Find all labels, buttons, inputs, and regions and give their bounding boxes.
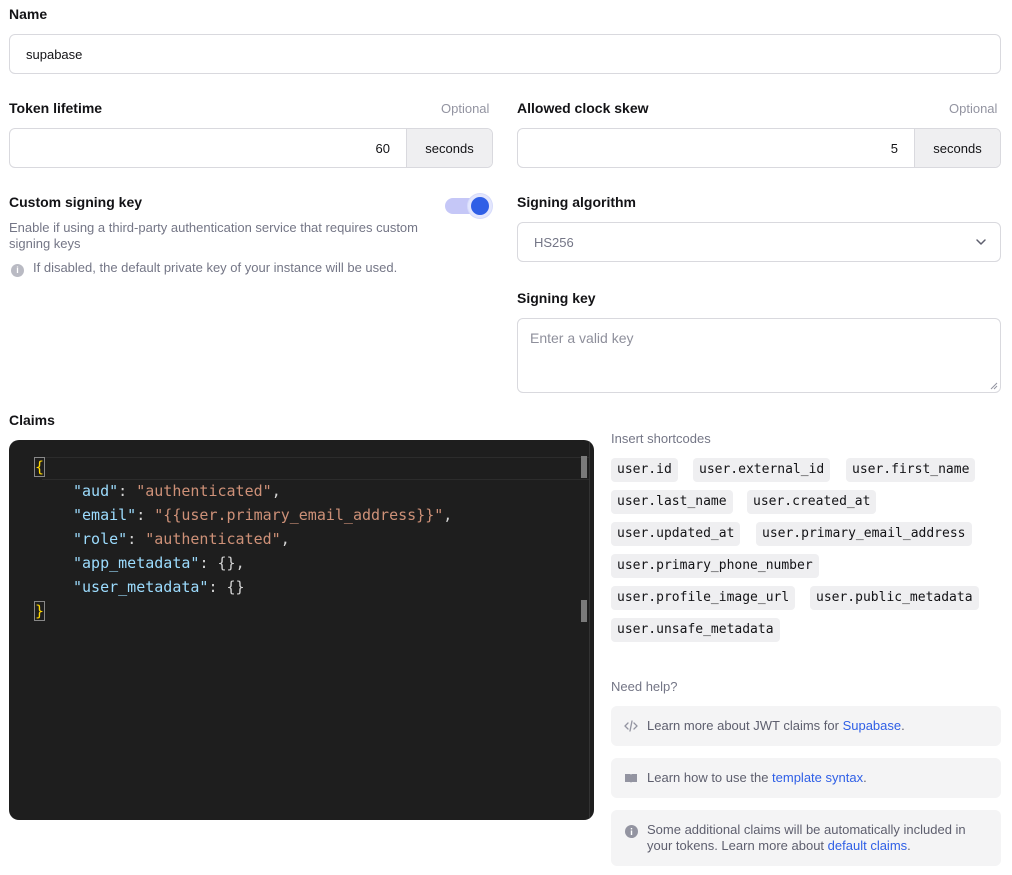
claims-label: Claims bbox=[9, 412, 55, 428]
clock-skew-field[interactable]: 5 seconds bbox=[517, 128, 1001, 168]
clock-skew-label: Allowed clock skew bbox=[517, 100, 649, 116]
signing-algorithm-label: Signing algorithm bbox=[517, 194, 636, 210]
code-value: "authenticated" bbox=[136, 482, 272, 500]
shortcode-chip[interactable]: user.unsafe_metadata bbox=[611, 618, 780, 642]
open-brace: { bbox=[33, 457, 46, 477]
shortcode-chip[interactable]: user.first_name bbox=[846, 458, 976, 482]
name-input[interactable]: supabase bbox=[9, 34, 1001, 74]
code-key: "user_metadata" bbox=[73, 578, 209, 596]
scrollbar-marker bbox=[581, 456, 587, 478]
code-sep: : bbox=[136, 506, 155, 524]
shortcode-chip[interactable]: user.external_id bbox=[693, 458, 831, 482]
code-line: "email": "{{user.primary_email_address}}… bbox=[73, 503, 452, 527]
shortcode-chip[interactable]: user.primary_phone_number bbox=[611, 554, 819, 578]
code-icon bbox=[623, 718, 639, 734]
help-text: Learn how to use the bbox=[647, 770, 773, 785]
claims-code-editor[interactable]: { "aud": "authenticated", "email": "{{us… bbox=[9, 440, 594, 820]
code-sep: : bbox=[118, 482, 137, 500]
info-icon: i bbox=[11, 263, 24, 277]
code-tail: , bbox=[443, 506, 453, 524]
code-key: "aud" bbox=[73, 482, 119, 500]
help-title: Need help? bbox=[611, 679, 678, 694]
signing-key-label: Signing key bbox=[517, 290, 596, 306]
code-sep: : bbox=[127, 530, 146, 548]
editor-scrollbar[interactable] bbox=[589, 440, 590, 820]
code-value: {} bbox=[217, 554, 236, 572]
template-syntax-link[interactable]: template syntax bbox=[772, 770, 863, 785]
book-icon bbox=[623, 770, 639, 786]
help-text: Learn more about JWT claims for bbox=[647, 718, 843, 733]
signing-algorithm-select[interactable]: HS256 bbox=[517, 222, 1001, 262]
token-lifetime-optional: Optional bbox=[441, 101, 490, 116]
shortcode-chip[interactable]: user.id bbox=[611, 458, 678, 482]
help-jwt-claims: Learn more about JWT claims for Supabase… bbox=[611, 706, 1001, 746]
scrollbar-marker bbox=[581, 600, 587, 622]
supabase-link[interactable]: Supabase bbox=[843, 718, 902, 733]
current-line-highlight bbox=[42, 457, 589, 480]
shortcode-chip[interactable]: user.last_name bbox=[611, 490, 733, 514]
code-line-close: } bbox=[33, 599, 46, 623]
name-label: Name bbox=[9, 6, 48, 22]
clock-skew-input[interactable]: 5 bbox=[518, 129, 914, 167]
code-key: "email" bbox=[73, 506, 137, 524]
token-lifetime-unit: seconds bbox=[406, 129, 492, 167]
code-value: "authenticated" bbox=[145, 530, 281, 548]
resize-grip-icon[interactable] bbox=[990, 382, 998, 390]
help-text-suffix: . bbox=[863, 770, 867, 785]
token-lifetime-label: Token lifetime bbox=[9, 100, 103, 116]
code-tail: , bbox=[271, 482, 281, 500]
custom-signing-note: i If disabled, the default private key of… bbox=[11, 260, 471, 277]
name-input-value: supabase bbox=[26, 46, 83, 62]
help-text: Some additional claims will be automatic… bbox=[647, 822, 966, 853]
shortcode-chip[interactable]: user.public_metadata bbox=[810, 586, 979, 610]
clock-skew-unit: seconds bbox=[914, 129, 1000, 167]
token-lifetime-input[interactable]: 60 bbox=[10, 129, 406, 167]
shortcodes-title: Insert shortcodes bbox=[611, 431, 711, 446]
code-line: "role": "authenticated", bbox=[73, 527, 290, 551]
toggle-knob bbox=[468, 194, 492, 218]
code-key: "app_metadata" bbox=[73, 554, 200, 572]
custom-signing-label: Custom signing key bbox=[9, 194, 143, 210]
code-line: "aud": "authenticated", bbox=[73, 479, 281, 503]
close-brace: } bbox=[33, 601, 46, 621]
code-line-open: { bbox=[33, 455, 46, 479]
custom-signing-description: Enable if using a third-party authentica… bbox=[9, 220, 418, 251]
code-line: "user_metadata": {} bbox=[73, 575, 245, 599]
code-value: "{{user.primary_email_address}}" bbox=[154, 506, 444, 524]
help-default-claims: Some additional claims will be automatic… bbox=[611, 810, 1001, 866]
default-claims-link[interactable]: default claims bbox=[828, 838, 907, 853]
help-text-suffix: . bbox=[907, 838, 911, 853]
code-tail: , bbox=[280, 530, 290, 548]
chevron-down-icon bbox=[976, 239, 986, 245]
code-key: "role" bbox=[73, 530, 128, 548]
clock-skew-optional: Optional bbox=[949, 101, 998, 116]
code-sep: : bbox=[199, 554, 218, 572]
shortcode-chip[interactable]: user.primary_email_address bbox=[756, 522, 972, 546]
code-value: {} bbox=[226, 578, 245, 596]
code-line: "app_metadata": {}, bbox=[73, 551, 245, 575]
help-template-syntax: Learn how to use the template syntax. bbox=[611, 758, 1001, 798]
shortcode-chip[interactable]: user.updated_at bbox=[611, 522, 741, 546]
custom-signing-note-text: If disabled, the default private key of … bbox=[33, 260, 398, 275]
signing-algorithm-value: HS256 bbox=[534, 234, 574, 250]
code-sep: : bbox=[208, 578, 227, 596]
shortcode-chip[interactable]: user.created_at bbox=[747, 490, 877, 514]
custom-signing-toggle[interactable] bbox=[445, 194, 493, 218]
signing-key-placeholder: Enter a valid key bbox=[530, 330, 634, 346]
help-text-suffix: . bbox=[901, 718, 905, 733]
signing-key-textarea[interactable]: Enter a valid key bbox=[517, 318, 1001, 393]
info-icon bbox=[623, 823, 639, 839]
code-tail: , bbox=[235, 554, 245, 572]
token-lifetime-field[interactable]: 60 seconds bbox=[9, 128, 493, 168]
shortcode-chip[interactable]: user.profile_image_url bbox=[611, 586, 796, 610]
